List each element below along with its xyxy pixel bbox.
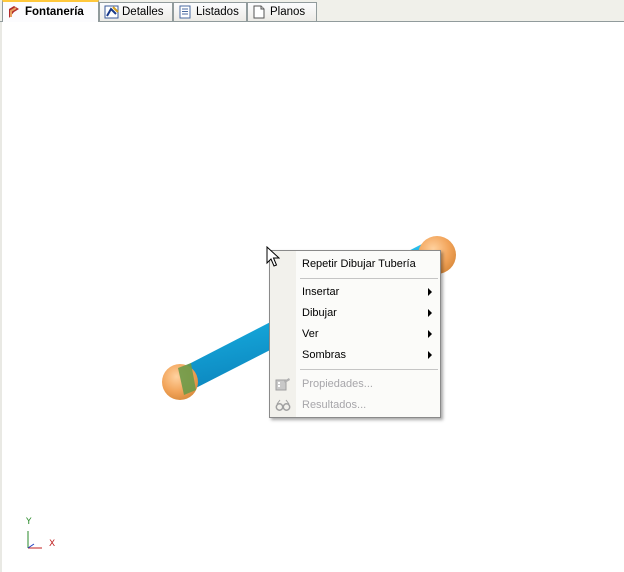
tab-label: Detalles: [122, 6, 164, 18]
tab-fontaneria[interactable]: Fontanería: [2, 0, 99, 22]
menu-item-sombras[interactable]: Sombras: [270, 345, 440, 365]
menu-item-label: Repetir Dibujar Tubería: [302, 258, 416, 270]
submenu-arrow-icon: [428, 309, 432, 317]
menu-item-label: Insertar: [302, 286, 340, 298]
menu-separator: [300, 278, 438, 279]
submenu-arrow-icon: [428, 330, 432, 338]
menu-separator: [300, 369, 438, 370]
context-menu: Repetir Dibujar Tubería Insertar Dibujar…: [269, 250, 441, 418]
properties-icon: [275, 377, 291, 391]
mouse-cursor-icon: [266, 246, 280, 267]
menu-item-repetir-dibujar-tuberia[interactable]: Repetir Dibujar Tubería: [270, 254, 440, 274]
menu-item-resultados[interactable]: Resultados...: [270, 395, 440, 415]
tab-listados[interactable]: Listados: [173, 2, 247, 21]
planos-icon: [252, 5, 266, 19]
axes-indicator: Y X: [20, 515, 70, 555]
menu-item-label: Resultados...: [302, 399, 367, 411]
tab-detalles[interactable]: Detalles: [99, 2, 173, 21]
menu-item-dibujar[interactable]: Dibujar: [270, 303, 440, 323]
menu-item-insertar[interactable]: Insertar: [270, 282, 440, 302]
menu-item-label: Sombras: [302, 349, 347, 361]
detalles-icon: [104, 5, 119, 19]
menu-item-propiedades[interactable]: Propiedades...: [270, 374, 440, 394]
listados-icon: [178, 5, 192, 19]
submenu-arrow-icon: [428, 288, 432, 296]
menu-item-label: Dibujar: [302, 307, 337, 319]
x-axis-label: X: [49, 539, 56, 549]
tab-strip: Fontanería Detalles Listados Planos: [0, 0, 624, 22]
menu-item-label: Propiedades...: [302, 378, 373, 390]
menu-item-label: Ver: [302, 328, 319, 340]
submenu-arrow-icon: [428, 351, 432, 359]
glasses-icon: [275, 398, 291, 412]
fontaneria-icon: [7, 5, 21, 19]
tab-label: Listados: [196, 6, 239, 18]
menu-item-ver[interactable]: Ver: [270, 324, 440, 344]
tab-label: Planos: [270, 6, 306, 18]
tab-label: Fontanería: [25, 6, 84, 18]
axes-icon: [27, 531, 42, 549]
tab-planos[interactable]: Planos: [247, 2, 317, 21]
